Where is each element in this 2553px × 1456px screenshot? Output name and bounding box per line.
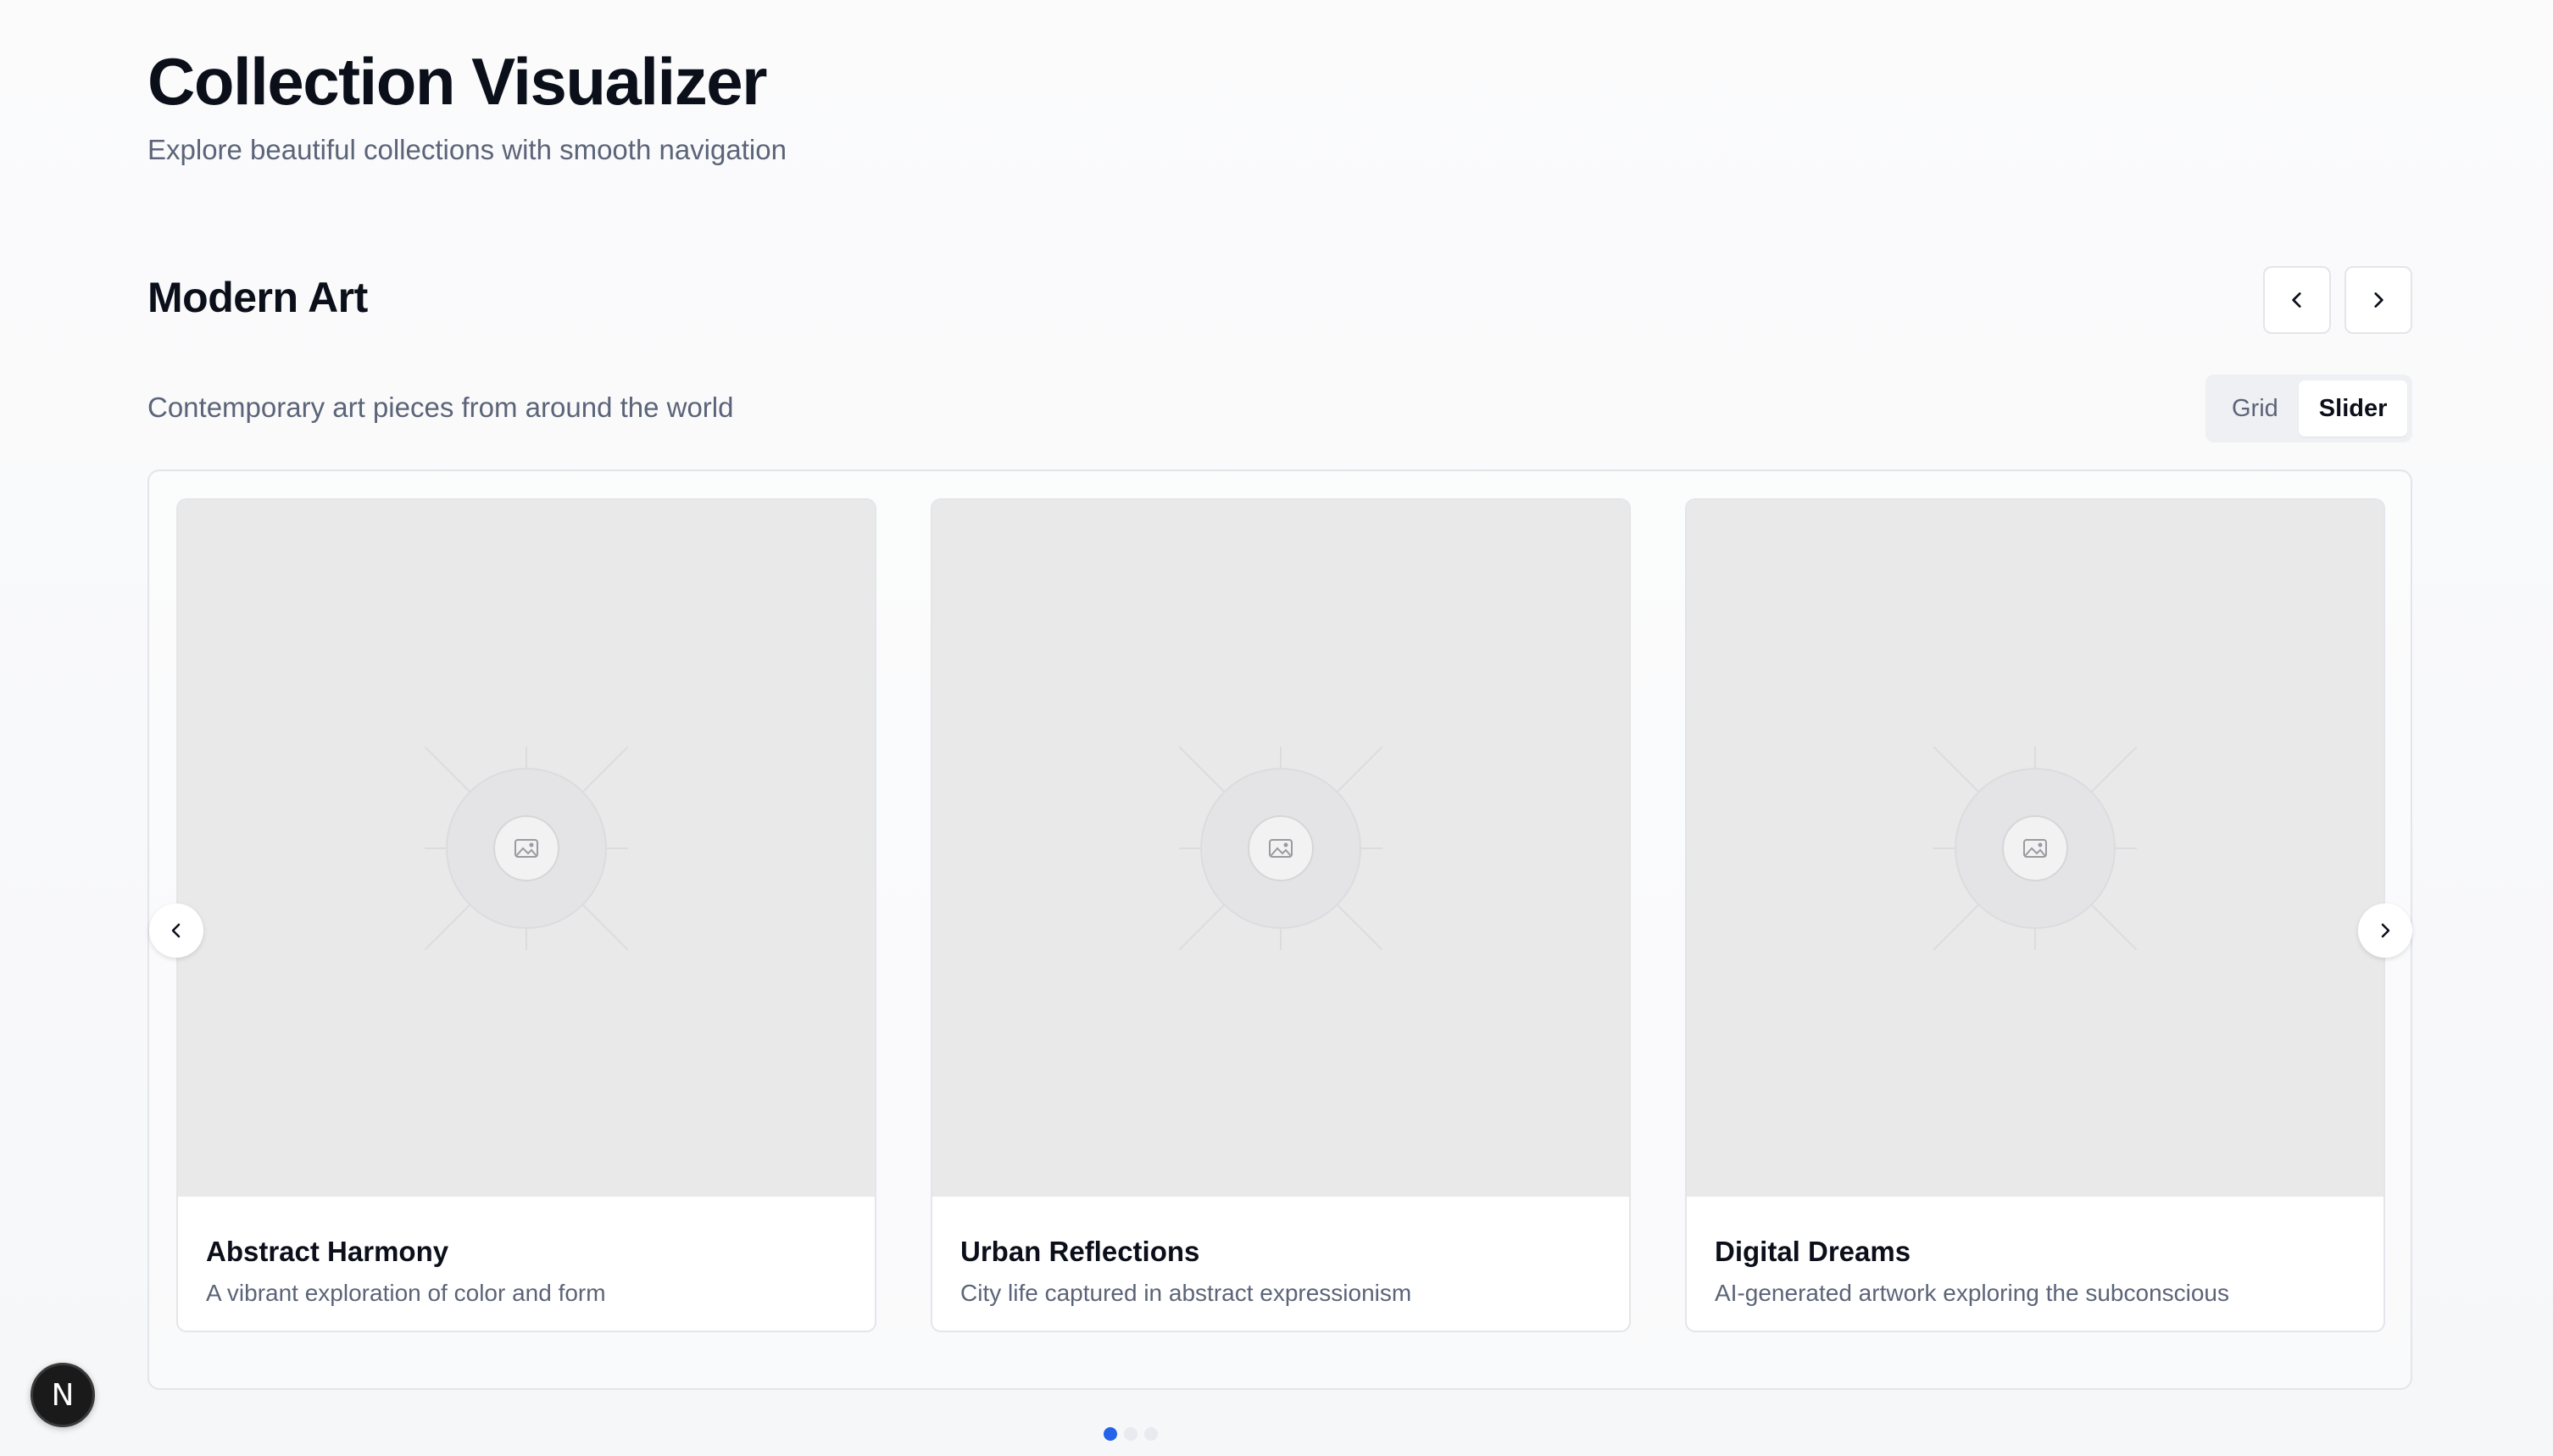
pagination-dot[interactable] xyxy=(1104,1427,1117,1441)
view-toggle-slider[interactable]: Slider xyxy=(2298,381,2408,436)
card-title: Digital Dreams xyxy=(1715,1236,1911,1267)
card-title: Urban Reflections xyxy=(960,1236,1200,1267)
collection-card[interactable]: Digital Dreams AI-generated artwork expl… xyxy=(1685,498,2385,1332)
pagination-dot[interactable] xyxy=(1144,1427,1158,1441)
chevron-left-icon xyxy=(2292,292,2301,308)
image-icon xyxy=(1933,747,2137,950)
slider-prev-button[interactable] xyxy=(149,903,203,958)
slider: Abstract Harmony A vibrant exploration o… xyxy=(147,470,2412,1390)
page-title: Collection Visualizer xyxy=(147,44,767,119)
image-icon xyxy=(1179,747,1382,950)
image-icon xyxy=(425,747,628,950)
collection-description: Contemporary art pieces from around the … xyxy=(147,392,734,423)
chevron-right-icon xyxy=(2374,292,2383,308)
view-toggle: Grid Slider xyxy=(2205,375,2412,442)
pagination-dots xyxy=(1104,1427,1158,1441)
collection-card[interactable]: Urban Reflections City life captured in … xyxy=(931,498,1631,1332)
collection-prev-button[interactable] xyxy=(2263,266,2331,334)
card-image-placeholder xyxy=(1687,500,2383,1197)
page-subtitle: Explore beautiful collections with smoot… xyxy=(147,134,787,165)
collection-card[interactable]: Abstract Harmony A vibrant exploration o… xyxy=(176,498,876,1332)
view-toggle-grid[interactable]: Grid xyxy=(2211,381,2299,436)
dev-tools-badge[interactable]: N xyxy=(31,1363,95,1427)
card-image-placeholder xyxy=(932,500,1629,1197)
card-description: City life captured in abstract expressio… xyxy=(960,1280,1412,1306)
chevron-left-icon xyxy=(171,923,181,938)
card-description: A vibrant exploration of color and form xyxy=(206,1280,606,1306)
chevron-right-icon xyxy=(2381,923,2390,938)
card-image-placeholder xyxy=(178,500,875,1197)
card-title: Abstract Harmony xyxy=(206,1236,449,1267)
card-description: AI-generated artwork exploring the subco… xyxy=(1715,1280,2230,1306)
pagination-dot[interactable] xyxy=(1124,1427,1137,1441)
collection-title: Modern Art xyxy=(147,274,368,321)
collection-next-button[interactable] xyxy=(2344,266,2412,334)
slider-next-button[interactable] xyxy=(2358,903,2412,958)
